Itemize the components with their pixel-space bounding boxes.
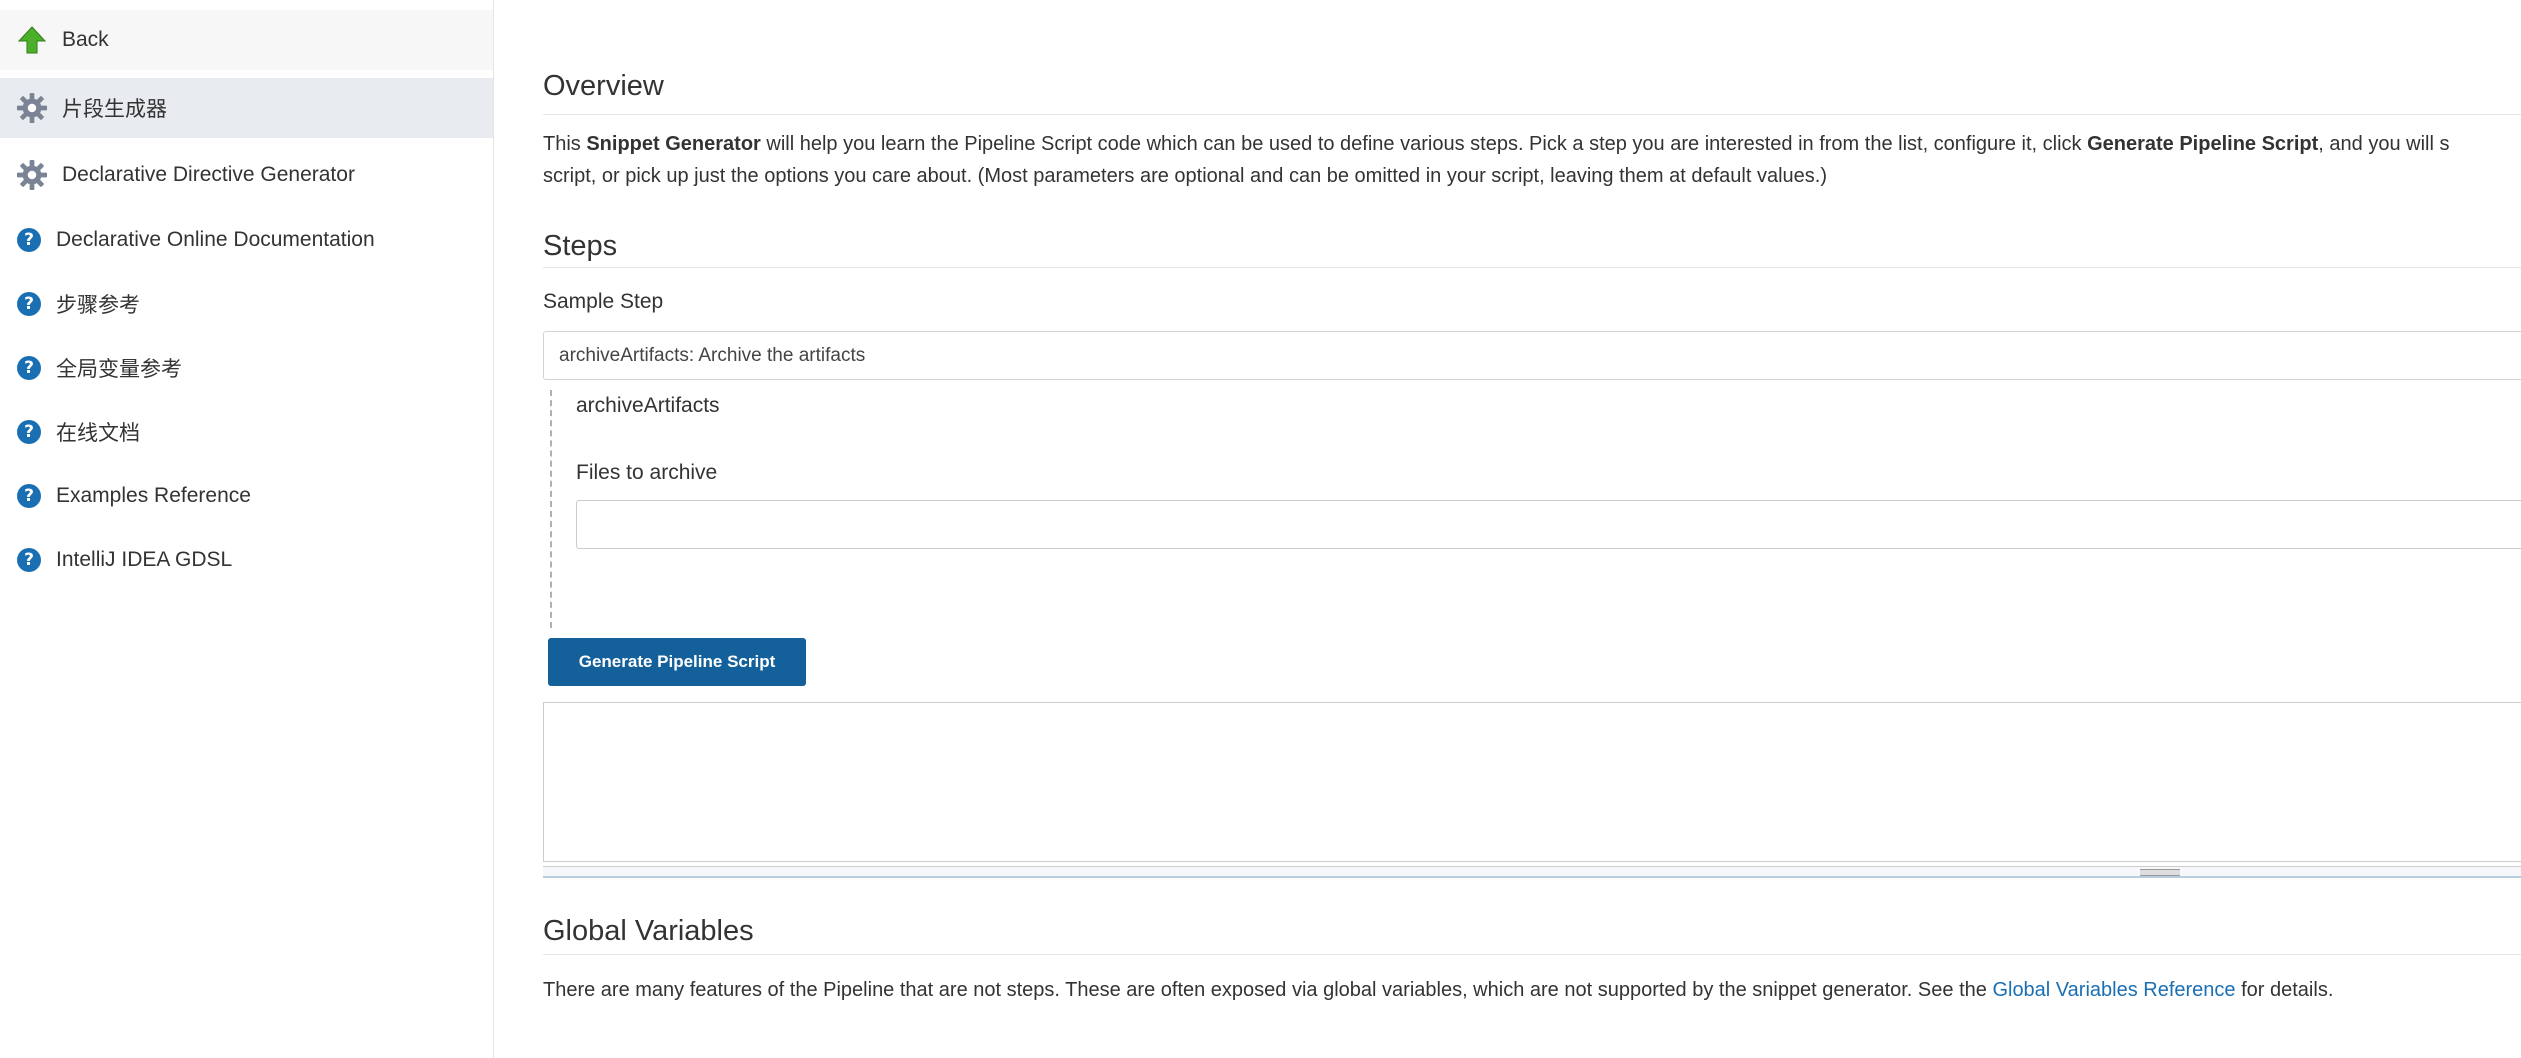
gear-icon bbox=[16, 159, 48, 191]
sidebar-item-label: Examples Reference bbox=[56, 484, 251, 507]
overview-text: will help you learn the Pipeline Script … bbox=[760, 133, 2088, 155]
sidebar-item-label: 全局变量参考 bbox=[56, 358, 182, 381]
sidebar-item-declarative-online-documentation[interactable]: ? Declarative Online Documentation bbox=[0, 210, 493, 270]
overview-bold-generate: Generate Pipeline Script bbox=[2087, 133, 2319, 155]
sidebar-item-step-reference[interactable]: ? 步骤参考 bbox=[0, 274, 493, 334]
divider bbox=[543, 954, 2521, 955]
sidebar-item-intellij-gdsl[interactable]: ? IntelliJ IDEA GDSL bbox=[0, 530, 493, 590]
overview-heading: Overview bbox=[543, 70, 664, 102]
global-variables-text: There are many features of the Pipeline … bbox=[543, 979, 1993, 1001]
up-arrow-icon bbox=[16, 24, 48, 56]
overview-bold-snippet-generator: Snippet Generator bbox=[586, 133, 761, 155]
sample-step-select[interactable]: archiveArtifacts: Archive the artifacts bbox=[543, 331, 2521, 380]
step-name: archiveArtifacts bbox=[576, 394, 720, 417]
help-icon: ? bbox=[16, 547, 42, 573]
global-variables-heading: Global Variables bbox=[543, 915, 754, 947]
sidebar-item-examples-reference[interactable]: ? Examples Reference bbox=[0, 466, 493, 526]
sidebar-item-label: 在线文档 bbox=[56, 422, 140, 445]
global-variables-reference-link[interactable]: Global Variables Reference bbox=[1992, 979, 2235, 1001]
sidebar-item-global-variable-reference[interactable]: ? 全局变量参考 bbox=[0, 338, 493, 398]
sidebar-item-declarative-directive-generator[interactable]: Declarative Directive Generator bbox=[0, 145, 493, 205]
sample-step-value: archiveArtifacts: Archive the artifacts bbox=[559, 344, 866, 366]
help-icon: ? bbox=[16, 227, 42, 253]
gear-icon bbox=[16, 92, 48, 124]
global-variables-paragraph: There are many features of the Pipeline … bbox=[543, 974, 2521, 1006]
sidebar-item-label: Declarative Online Documentation bbox=[56, 228, 375, 251]
back-link[interactable]: Back bbox=[0, 10, 493, 70]
generated-script-output[interactable] bbox=[543, 702, 2521, 862]
divider bbox=[543, 267, 2521, 268]
global-variables-text: for details. bbox=[2235, 979, 2334, 1001]
overview-paragraph: This Snippet Generator will help you lea… bbox=[543, 128, 2521, 160]
sidebar-item-label: 步骤参考 bbox=[56, 294, 140, 317]
overview-text: , and you will s bbox=[2318, 133, 2450, 155]
files-to-archive-label: Files to archive bbox=[576, 461, 718, 484]
resize-handle[interactable] bbox=[543, 866, 2521, 878]
back-label: Back bbox=[62, 28, 109, 51]
sample-step-label: Sample Step bbox=[543, 290, 664, 313]
help-icon: ? bbox=[16, 355, 42, 381]
main-content: Overview This Snippet Generator will hel… bbox=[543, 0, 2521, 1058]
sidebar-item-label: 片段生成器 bbox=[62, 98, 167, 121]
sidebar: Back 片段生成器 Declarative Directive Generat… bbox=[0, 0, 494, 1058]
divider bbox=[543, 114, 2521, 115]
resize-grip-icon bbox=[2140, 869, 2180, 876]
help-icon: ? bbox=[16, 291, 42, 317]
overview-paragraph-line2: script, or pick up just the options you … bbox=[543, 165, 1828, 187]
files-to-archive-input[interactable] bbox=[576, 500, 2521, 549]
sidebar-item-snippet-generator[interactable]: 片段生成器 bbox=[0, 78, 493, 138]
help-icon: ? bbox=[16, 483, 42, 509]
generate-pipeline-script-button[interactable]: Generate Pipeline Script bbox=[548, 638, 806, 686]
sidebar-item-label: Declarative Directive Generator bbox=[62, 163, 355, 186]
overview-text: This bbox=[543, 133, 587, 155]
sidebar-item-online-docs[interactable]: ? 在线文档 bbox=[0, 402, 493, 462]
steps-heading: Steps bbox=[543, 230, 618, 262]
help-icon: ? bbox=[16, 419, 42, 445]
sidebar-item-label: IntelliJ IDEA GDSL bbox=[56, 548, 233, 571]
